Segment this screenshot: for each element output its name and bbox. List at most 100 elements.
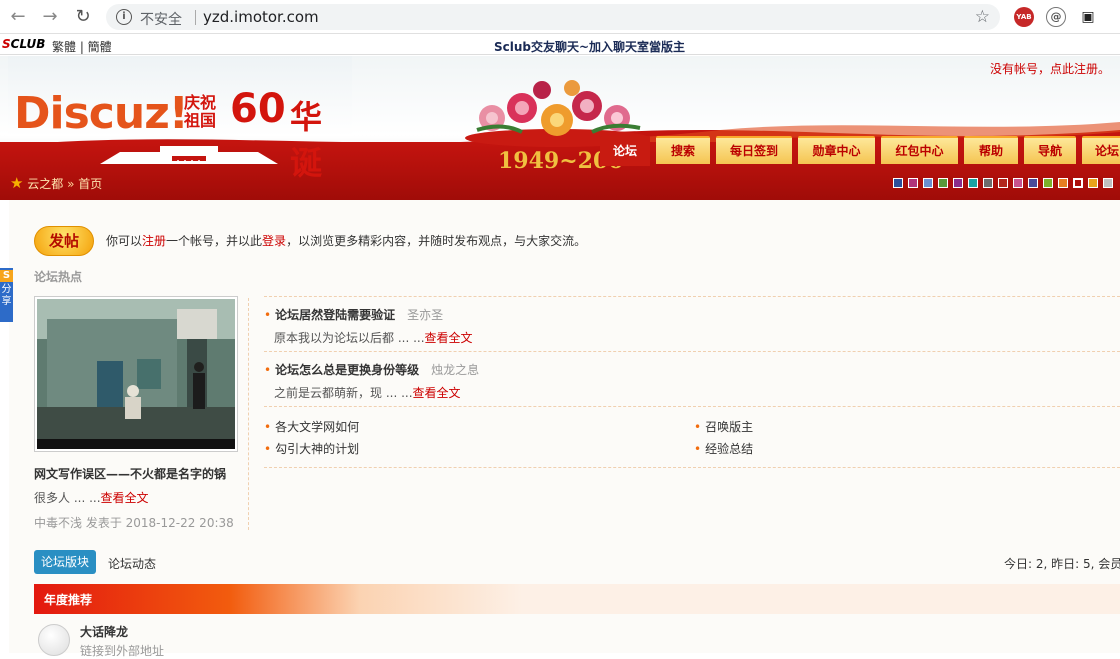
share-badge-icon: S — [0, 270, 13, 282]
featured-read-more-link[interactable]: 查看全文 — [101, 491, 149, 505]
browser-toolbar: ← → ↻ i 不安全 yzd.imotor.com ☆ YAB @ ▣ — [0, 0, 1120, 34]
yab-extension-icon[interactable]: YAB — [1014, 7, 1034, 27]
nav-tab-forum-more[interactable]: 论坛 — [1082, 136, 1120, 164]
theme-swatch[interactable] — [983, 178, 993, 188]
hot-link-text[interactable]: 勾引大神的计划 — [275, 442, 359, 456]
star-icon: ★ — [10, 174, 24, 192]
theme-swatch[interactable] — [968, 178, 978, 188]
intro-middle: 一个帐号，并以此 — [166, 234, 263, 248]
nav-tab-navigation[interactable]: 导航 — [1024, 136, 1076, 164]
url-separator — [195, 10, 196, 25]
sclub-logo[interactable]: SCLUB — [2, 37, 45, 51]
hot-thread-summary-text: 之前是云都萌新，现 ... ... — [274, 386, 413, 400]
hot-link-text[interactable]: 召唤版主 — [705, 420, 753, 434]
hot-thread-read-more[interactable]: 查看全文 — [413, 386, 461, 400]
theme-swatch[interactable] — [1028, 178, 1038, 188]
hot-link-text[interactable]: 各大文学网如何 — [275, 420, 359, 434]
hot-link-text[interactable]: 经验总结 — [705, 442, 753, 456]
theme-swatch[interactable] — [1103, 178, 1113, 188]
hot-link-item[interactable]: • 勾引大神的计划 — [264, 440, 359, 457]
anniversary-text: 华诞 — [290, 98, 323, 182]
register-link[interactable]: 没有帐号，点此注册。 — [990, 60, 1110, 77]
hot-thread-author[interactable]: 烛龙之息 — [431, 363, 479, 377]
forward-arrow-icon[interactable]: → — [40, 7, 60, 27]
hot-divider — [264, 467, 1120, 468]
nav-tab-red-packet[interactable]: 红包中心 — [881, 136, 958, 164]
hot-divider — [264, 406, 1120, 407]
intro-login-link[interactable]: 登录 — [262, 234, 286, 248]
hot-thread-author[interactable]: 圣亦圣 — [407, 308, 443, 322]
hot-link-item[interactable]: • 召唤版主 — [694, 418, 753, 435]
video-still-image — [37, 299, 235, 449]
reload-icon[interactable]: ↻ — [73, 7, 93, 27]
theme-swatch[interactable] — [938, 178, 948, 188]
nav-tab-daily-checkin[interactable]: 每日签到 — [716, 136, 792, 164]
back-arrow-icon[interactable]: ← — [8, 7, 28, 27]
theme-swatch[interactable] — [998, 178, 1008, 188]
hot-thread-title[interactable]: 论坛怎么总是更换身份等级 — [275, 363, 419, 377]
theme-swatch[interactable] — [1073, 178, 1083, 188]
breadcrumb-site[interactable]: 云之都 — [27, 177, 63, 191]
bullet-icon: • — [264, 363, 272, 377]
hot-thread-read-more[interactable]: 查看全文 — [425, 331, 473, 345]
sixty-text: 60 — [230, 86, 286, 132]
featured-thread-title[interactable]: 网文写作误区——不火都是名字的锅 — [34, 465, 226, 482]
at-extension-icon[interactable]: @ — [1046, 7, 1066, 27]
theme-swatch[interactable] — [1013, 178, 1023, 188]
discuz-logo[interactable]: Discuz! 庆祝祖国 60 华诞 — [8, 56, 352, 182]
url-text[interactable]: yzd.imotor.com — [203, 8, 319, 26]
intro-prefix: 你可以 — [106, 234, 143, 248]
annual-recommend-header[interactable]: 年度推荐 — [34, 584, 1120, 614]
hot-thread-summary-text: 原本我以为论坛以后都 ... ... — [274, 331, 425, 345]
intro-register-link[interactable]: 注册 — [142, 234, 166, 248]
site-slogan-link[interactable]: Sclub交友聊天~加入聊天室當版主 — [494, 38, 685, 55]
featured-thread-summary: 很多人 ... ...查看全文 — [34, 489, 149, 506]
hot-thread-title[interactable]: 论坛居然登陆需要验证 — [275, 308, 395, 322]
theme-swatch[interactable] — [1088, 178, 1098, 188]
welcome-notice: 你可以注册一个帐号，并以此登录，以浏览更多精彩内容，并随时发布观点，与大家交流。 — [106, 232, 586, 249]
theme-swatch[interactable] — [923, 178, 933, 188]
forum-icon[interactable] — [38, 624, 70, 656]
side-share-button[interactable]: S 分享 — [0, 268, 13, 322]
nav-tab-forum[interactable]: 论坛 — [600, 136, 650, 166]
featured-summary-text: 很多人 ... ... — [34, 491, 101, 505]
tab-forum-activity[interactable]: 论坛动态 — [108, 555, 156, 572]
hot-link-item[interactable]: • 经验总结 — [694, 440, 753, 457]
tab-forum-sections[interactable]: 论坛版块 — [34, 550, 96, 574]
breadcrumb-separator: » — [67, 177, 75, 191]
forum-name[interactable]: 大话降龙 — [80, 623, 128, 640]
hot-thread-item: • 论坛居然登陆需要验证 圣亦圣 原本我以为论坛以后都 ... ...查看全文 — [264, 306, 473, 346]
theme-swatch[interactable] — [953, 178, 963, 188]
discuz-logo-text: Discuz! — [14, 88, 189, 139]
intro-suffix: ，以浏览更多精彩内容，并随时发布观点，与大家交流。 — [286, 234, 587, 248]
header-banner: Discuz! 庆祝祖国 60 华诞 1949~200 没有帐号，点此注册。 论… — [0, 56, 1120, 200]
theme-swatch[interactable] — [1043, 178, 1053, 188]
hot-link-item[interactable]: • 各大文学网如何 — [264, 418, 359, 435]
bullet-icon: • — [694, 420, 702, 434]
address-bar[interactable]: i 不安全 yzd.imotor.com ☆ — [106, 4, 1000, 30]
section-title: 年度推荐 — [44, 593, 93, 607]
bullet-icon: • — [264, 308, 272, 322]
language-switch[interactable]: 繁體 | 簡體 — [52, 38, 112, 55]
theme-swatch[interactable] — [1058, 178, 1068, 188]
nav-tab-help[interactable]: 帮助 — [964, 136, 1018, 164]
bookmark-star-icon[interactable]: ☆ — [975, 7, 990, 27]
picture-in-picture-icon[interactable]: ▣ — [1078, 7, 1098, 27]
info-icon[interactable]: i — [116, 9, 132, 25]
featured-thread-image[interactable] — [34, 296, 238, 452]
nav-tab-medal-center[interactable]: 勋章中心 — [798, 136, 875, 164]
breadcrumb-home[interactable]: 首页 — [78, 177, 102, 191]
new-post-button[interactable]: 发帖 — [34, 226, 94, 256]
hot-thread-item: • 论坛怎么总是更换身份等级 烛龙之息 之前是云都萌新，现 ... ...查看全文 — [264, 361, 479, 401]
forum-stats: 今日: 2, 昨日: 5, 会员: — [1004, 557, 1120, 571]
hot-divider — [264, 351, 1120, 352]
insecure-label[interactable]: 不安全 — [140, 9, 182, 29]
breadcrumb: ★ 云之都 » 首页 — [10, 174, 102, 192]
theme-swatch[interactable] — [893, 178, 903, 188]
nav-tab-search[interactable]: 搜索 — [656, 136, 710, 164]
hot-divider — [264, 296, 1120, 297]
tiananmen-gate-illustration — [100, 146, 278, 164]
bullet-icon: • — [264, 442, 272, 456]
hot-thread-summary: 之前是云都萌新，现 ... ...查看全文 — [264, 384, 479, 401]
theme-swatch[interactable] — [908, 178, 918, 188]
